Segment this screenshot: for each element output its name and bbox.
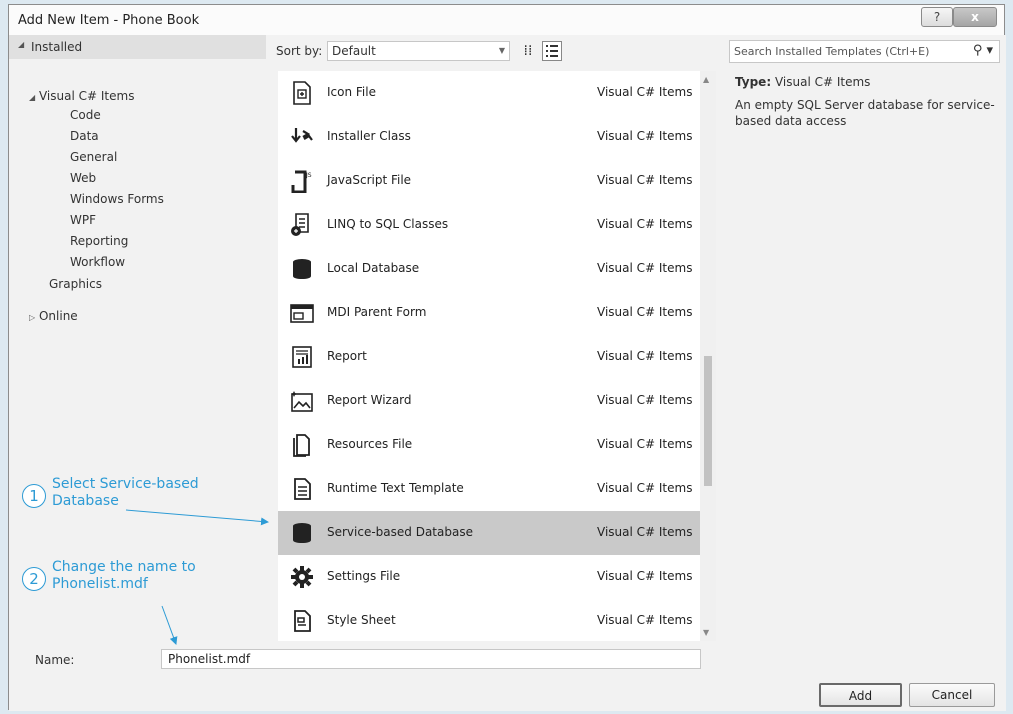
callout-2-arrow	[161, 605, 178, 645]
callout-1-arrow	[125, 509, 269, 526]
callout-arrows	[125, 509, 269, 645]
